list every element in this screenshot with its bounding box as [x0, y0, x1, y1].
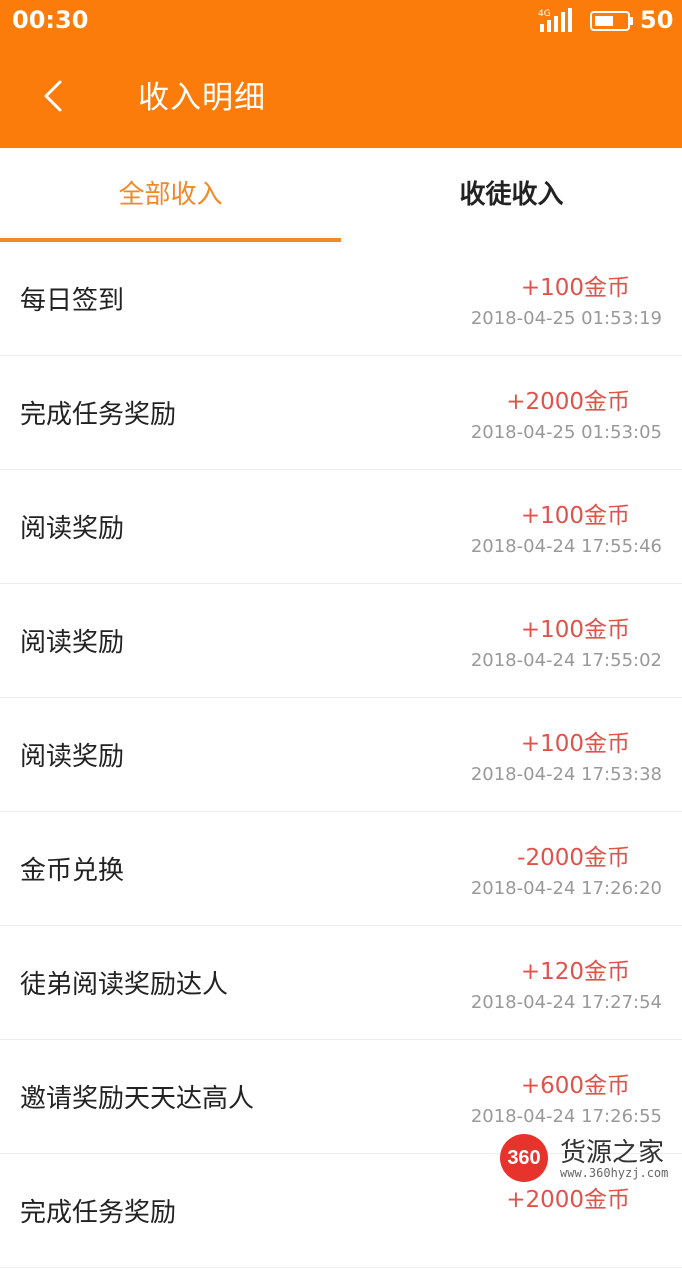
record-time: 2018-04-24 17:55:02 [470, 650, 662, 671]
record-label: 阅读奖励 [20, 514, 125, 544]
record-time: 2018-04-25 01:53:19 [470, 308, 662, 329]
list-item[interactable]: 阅读奖励 +100金币 2018-04-24 17:55:46 [0, 470, 682, 584]
list-item[interactable]: 每日签到 +100金币 2018-04-25 01:53:19 [0, 242, 682, 356]
site-watermark: 360 货源之家 www.360hyzj.com [500, 1130, 682, 1190]
list-item[interactable]: 徒弟阅读奖励达人 +120金币 2018-04-24 17:27:54 [0, 926, 682, 1040]
record-amount: +600金币 [520, 1073, 630, 1099]
record-time: 2018-04-24 17:55:46 [470, 536, 662, 557]
watermark-logo: 360 [500, 1134, 548, 1182]
list-item[interactable]: 阅读奖励 +100金币 2018-04-24 17:53:38 [0, 698, 682, 812]
record-amount: +100金币 [520, 275, 630, 301]
battery-level: 50 [640, 6, 674, 34]
record-label: 完成任务奖励 [20, 1198, 177, 1228]
record-time: 2018-04-24 17:26:20 [470, 878, 662, 899]
list-item[interactable]: 阅读奖励 +100金币 2018-04-24 17:55:02 [0, 584, 682, 698]
battery-icon [590, 11, 633, 31]
watermark-url: www.360hyzj.com [560, 1166, 669, 1180]
record-time: 2018-04-24 17:27:54 [470, 992, 662, 1013]
tab-all-income[interactable]: 全部收入 [0, 148, 341, 242]
record-label: 阅读奖励 [20, 742, 125, 772]
tab-apprentice-income[interactable]: 收徒收入 [341, 148, 682, 242]
tab-bar: 全部收入 收徒收入 [0, 148, 682, 242]
record-amount: +120金币 [520, 959, 630, 985]
watermark-name: 货源之家 [560, 1138, 665, 1168]
record-amount: +100金币 [520, 503, 630, 529]
list-item[interactable]: 完成任务奖励 +2000金币 2018-04-25 01:53:05 [0, 356, 682, 470]
chevron-left-icon[interactable] [34, 72, 74, 120]
record-amount: +100金币 [520, 617, 630, 643]
list-item[interactable]: 金币兑换 -2000金币 2018-04-24 17:26:20 [0, 812, 682, 926]
app-bar: 收入明细 [0, 42, 682, 148]
signal-icon: 4G [538, 8, 572, 32]
record-time: 2018-04-25 01:53:05 [470, 422, 662, 443]
record-amount: -2000金币 [517, 845, 630, 871]
record-amount: +100金币 [520, 731, 630, 757]
record-label: 金币兑换 [20, 856, 125, 886]
record-label: 邀请奖励天天达高人 [20, 1084, 255, 1114]
income-list: 每日签到 +100金币 2018-04-25 01:53:19 完成任务奖励 +… [0, 242, 682, 1268]
record-time: 2018-04-24 17:26:55 [470, 1106, 662, 1127]
page-title: 收入明细 [138, 80, 266, 116]
record-amount: +2000金币 [506, 389, 630, 415]
status-bar: 00:30 4G 50 [0, 0, 682, 42]
svg-text:4G: 4G [538, 9, 551, 19]
record-label: 完成任务奖励 [20, 400, 177, 430]
record-label: 徒弟阅读奖励达人 [20, 970, 229, 1000]
record-time: 2018-04-24 17:53:38 [470, 764, 662, 785]
record-label: 阅读奖励 [20, 628, 125, 658]
status-time: 00:30 [12, 6, 89, 34]
record-label: 每日签到 [20, 286, 125, 316]
